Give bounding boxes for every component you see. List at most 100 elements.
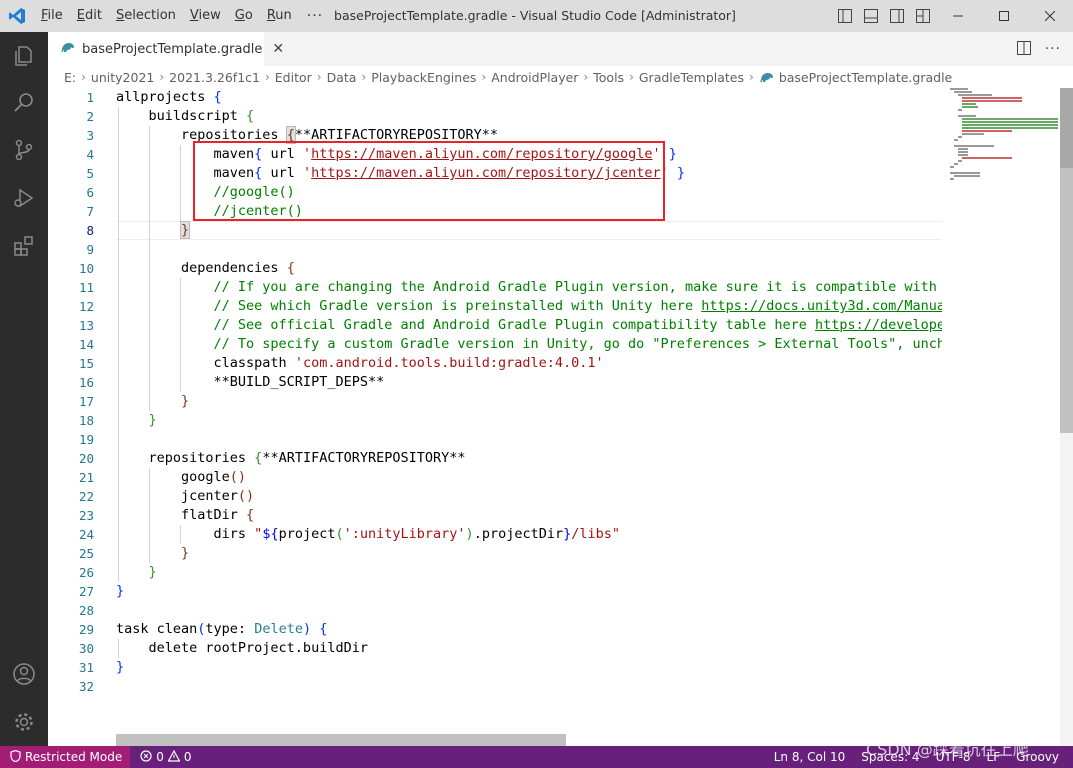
- code-line: }: [180, 221, 191, 239]
- minimize-icon[interactable]: [935, 0, 981, 32]
- tab-label: baseProjectTemplate.gradle: [82, 41, 263, 57]
- vertical-scrollbar[interactable]: [1060, 88, 1073, 746]
- toggle-secondary-sidebar-icon[interactable]: [888, 7, 906, 25]
- minimap-line: [958, 148, 968, 150]
- code-line: jcenter(): [116, 488, 255, 504]
- vertical-scrollbar-thumb[interactable]: [1060, 88, 1073, 168]
- breadcrumb-item[interactable]: GradleTemplates: [639, 70, 744, 85]
- code-line: // If you are changing the Android Gradl…: [116, 279, 942, 295]
- line-number: 31: [78, 660, 94, 675]
- more-actions-icon[interactable]: ···: [1045, 41, 1061, 57]
- code-line: allprojects {: [116, 89, 222, 105]
- minimap-line: [954, 91, 972, 93]
- line-number: 30: [78, 641, 94, 656]
- split-editor-icon[interactable]: [1016, 40, 1031, 59]
- minimap-line: [962, 124, 1058, 126]
- breadcrumb-item[interactable]: Data: [327, 70, 357, 85]
- breadcrumb-item[interactable]: Tools: [593, 70, 624, 85]
- restricted-mode-indicator[interactable]: Restricted Mode: [0, 746, 131, 768]
- minimap-line: [954, 145, 994, 147]
- minimap-line: [962, 133, 984, 135]
- problems-indicator[interactable]: 0 0: [130, 749, 192, 765]
- code-line: delete rootProject.buildDir: [116, 640, 368, 656]
- customize-layout-icon[interactable]: [914, 7, 932, 25]
- line-number: 5: [86, 166, 94, 181]
- toggle-primary-sidebar-icon[interactable]: [836, 7, 854, 25]
- menu-go[interactable]: Go: [228, 0, 260, 32]
- accounts-icon[interactable]: [0, 650, 48, 698]
- close-icon[interactable]: [1027, 0, 1073, 32]
- code-line: }: [116, 659, 125, 675]
- code-line: // To specify a custom Gradle version in…: [116, 336, 942, 352]
- settings-gear-icon[interactable]: [0, 698, 48, 746]
- code-line: flatDir {: [116, 507, 255, 523]
- line-number: 29: [78, 622, 94, 637]
- menu-run[interactable]: Run: [260, 0, 299, 32]
- minimap-line: [950, 172, 980, 174]
- restricted-mode-label: Restricted Mode: [25, 750, 123, 764]
- source-control-icon[interactable]: [0, 126, 48, 174]
- minimap-line: [958, 136, 962, 138]
- current-line-highlight: [116, 221, 942, 240]
- menu-view[interactable]: View: [183, 0, 228, 32]
- line-number: 17: [78, 394, 94, 409]
- tab-baseprojecttemplate[interactable]: baseProjectTemplate.gradle ✕: [48, 32, 284, 66]
- minimap-line: [962, 157, 1012, 159]
- line-number: 9: [86, 242, 94, 257]
- maximize-icon[interactable]: [981, 0, 1027, 32]
- layout-controls: [836, 0, 932, 32]
- code-line: }: [148, 412, 157, 428]
- extensions-icon[interactable]: [0, 222, 48, 270]
- minimap-line: [954, 139, 958, 141]
- toggle-panel-icon[interactable]: [862, 7, 880, 25]
- horizontal-scrollbar-thumb[interactable]: [116, 734, 566, 746]
- minimap-line: [962, 130, 1012, 132]
- explorer-icon[interactable]: [0, 32, 48, 80]
- menu-selection[interactable]: Selection: [109, 0, 183, 32]
- tab-close-icon[interactable]: ✕: [272, 41, 284, 57]
- chevron-right-icon: ›: [629, 70, 634, 84]
- line-number: 14: [78, 337, 94, 352]
- error-count: 0: [156, 750, 164, 764]
- chevron-right-icon: ›: [361, 70, 367, 84]
- vscode-logo-icon: [0, 0, 34, 32]
- gradle-file-icon: [60, 40, 76, 58]
- minimap-line: [958, 94, 992, 96]
- breadcrumb-item[interactable]: Editor: [275, 70, 312, 85]
- line-number: 10: [78, 261, 94, 276]
- line-number: 18: [78, 413, 94, 428]
- search-icon[interactable]: [0, 78, 48, 126]
- line-number: 15: [78, 356, 94, 371]
- warning-count: 0: [183, 750, 192, 764]
- breadcrumb-item[interactable]: E:: [64, 70, 76, 85]
- activity-bar: [0, 32, 48, 746]
- code-line: repositories {**ARTIFACTORYREPOSITORY**: [116, 450, 466, 466]
- chevron-right-icon: ›: [159, 70, 165, 84]
- code-editor[interactable]: 1 2 3 4 5 6 7 8 9 10 11 12 13 14 15 16 17 18 19 20 21 22 23 24 2…: [48, 88, 942, 746]
- chevron-right-icon: ›: [749, 70, 754, 84]
- error-icon: [140, 749, 152, 765]
- cursor-position[interactable]: Ln 8, Col 10: [774, 750, 846, 764]
- menu-edit[interactable]: Edit: [70, 0, 109, 32]
- line-number: 13: [78, 318, 94, 333]
- minimap-line: [958, 109, 962, 111]
- breadcrumb-item[interactable]: PlaybackEngines: [371, 70, 476, 85]
- breadcrumb-item[interactable]: AndroidPlayer: [491, 70, 578, 85]
- breadcrumb-item[interactable]: baseProjectTemplate.gradle: [779, 70, 952, 85]
- highlight-annotation-box: [193, 141, 665, 221]
- minimap-line: [958, 160, 962, 162]
- line-number: 25: [78, 546, 94, 561]
- code-line: buildscript {: [116, 108, 255, 124]
- minimap-line: [954, 163, 958, 165]
- line-number: 16: [78, 375, 94, 390]
- breadcrumb-item[interactable]: 2021.3.26f1c1: [169, 70, 260, 85]
- breadcrumb-item[interactable]: unity2021: [91, 70, 154, 85]
- minimap-line: [958, 115, 976, 117]
- run-debug-icon[interactable]: [0, 174, 48, 222]
- line-number: 4: [86, 147, 94, 162]
- line-number: 24: [78, 527, 94, 542]
- code-line: classpath 'com.android.tools.build:gradl…: [116, 355, 604, 371]
- minimap[interactable]: [942, 88, 1060, 746]
- minimap-line: [950, 88, 968, 90]
- menu-file[interactable]: File: [34, 0, 70, 32]
